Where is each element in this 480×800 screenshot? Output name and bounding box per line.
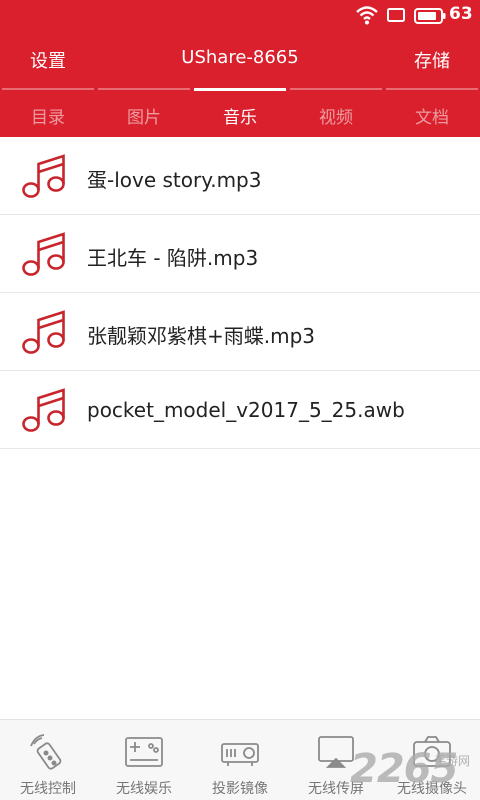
device-title: UShare-8665	[181, 47, 299, 68]
file-row[interactable]: 王北车 - 陷阱.mp3	[0, 215, 480, 293]
file-name: 王北车 - 陷阱.mp3	[87, 246, 259, 270]
gamepad-icon	[125, 737, 163, 767]
music-note-icon	[22, 232, 65, 276]
screen: 63 设置 UShare-8665 存储 目录 图片 音乐 视频 文档 蛋-lo…	[0, 0, 480, 800]
tab-label: 音乐	[223, 108, 257, 128]
nav-label: 无线控制	[20, 781, 76, 797]
music-note-icon	[22, 154, 65, 198]
nav-wireless-control[interactable]: 无线控制	[0, 720, 96, 800]
file-name: pocket_model_v2017_5_25.awb	[87, 398, 405, 422]
tab-indicator	[98, 88, 190, 90]
nav-label: 无线娱乐	[116, 781, 172, 797]
nav-projection-mirror[interactable]: 投影镜像	[192, 720, 288, 800]
storage-button[interactable]: 存储	[414, 47, 450, 73]
battery-icon	[414, 8, 446, 24]
tab-pictures[interactable]: 图片	[96, 88, 192, 137]
tab-indicator	[194, 88, 286, 91]
tab-documents[interactable]: 文档	[384, 88, 480, 137]
nav-wireless-entertainment[interactable]: 无线娱乐	[96, 720, 192, 800]
tab-indicator	[386, 88, 478, 90]
battery-level: 63	[449, 4, 473, 24]
tab-label: 目录	[31, 108, 65, 128]
music-file-list: 蛋-love story.mp3 王北车 - 陷阱.mp3 张靓颖邓紫棋+雨蝶.…	[0, 137, 480, 449]
tab-video[interactable]: 视频	[288, 88, 384, 137]
file-row[interactable]: 蛋-love story.mp3	[0, 137, 480, 215]
file-name: 张靓颖邓紫棋+雨蝶.mp3	[87, 324, 316, 348]
remote-control-icon	[30, 734, 62, 770]
app-bar: 设置 UShare-8665 存储	[0, 30, 480, 88]
tab-label: 图片	[127, 108, 161, 128]
file-name: 蛋-love story.mp3	[87, 168, 262, 192]
nav-label: 投影镜像	[212, 781, 268, 797]
tab-bar: 目录 图片 音乐 视频 文档	[0, 88, 480, 137]
wifi-icon	[356, 6, 378, 25]
watermark-logo: 2265 手游网	[350, 736, 480, 796]
projector-icon	[221, 743, 259, 766]
header: 63 设置 UShare-8665 存储 目录 图片 音乐 视频 文档	[0, 0, 480, 137]
status-bar: 63	[0, 0, 480, 30]
music-note-icon	[22, 310, 65, 354]
tab-label: 视频	[319, 108, 353, 128]
music-note-icon	[22, 388, 65, 432]
file-row[interactable]: 张靓颖邓紫棋+雨蝶.mp3	[0, 293, 480, 371]
file-row[interactable]: pocket_model_v2017_5_25.awb	[0, 371, 480, 449]
watermark-text: 手游网	[434, 754, 471, 768]
tab-indicator	[2, 88, 94, 90]
tab-directory[interactable]: 目录	[0, 88, 96, 137]
tab-indicator	[290, 88, 382, 90]
screen-icon	[387, 8, 405, 22]
tab-music[interactable]: 音乐	[192, 88, 288, 137]
tab-label: 文档	[415, 108, 449, 128]
